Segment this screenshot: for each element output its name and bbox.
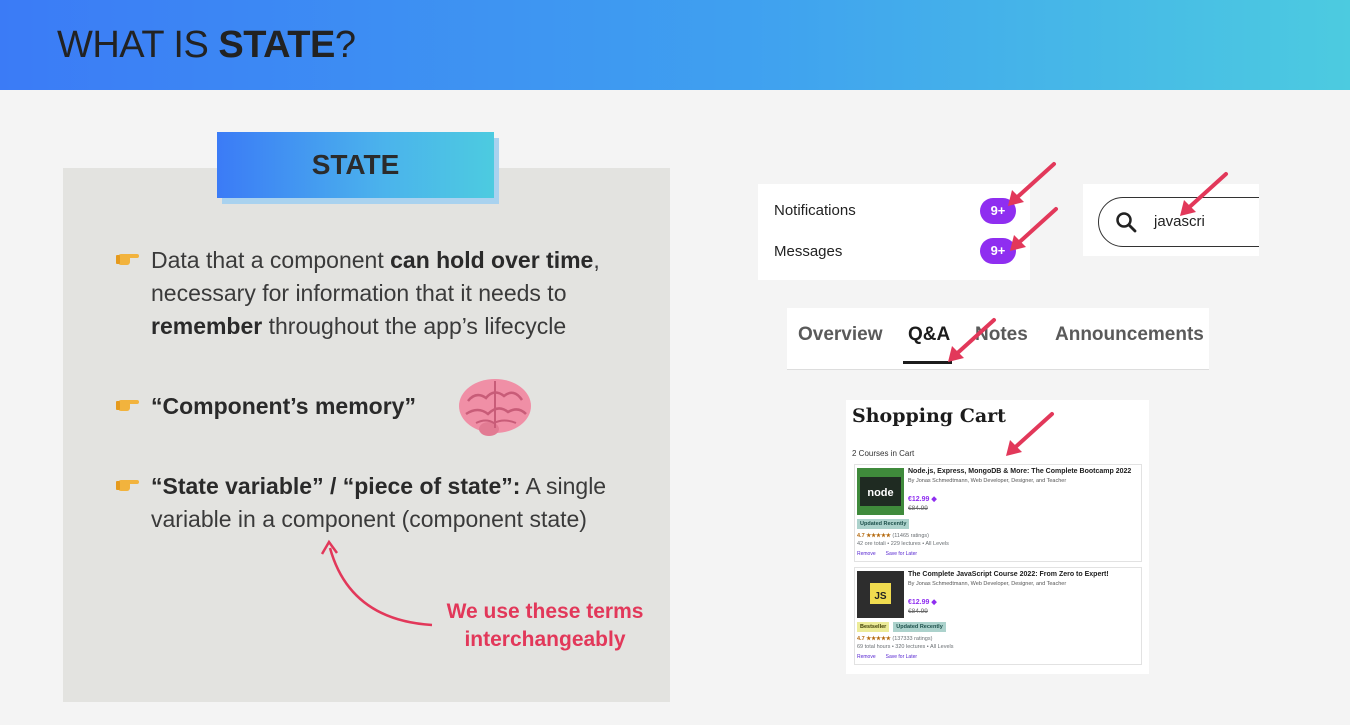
- bullet-text: Data that a component can hold over time…: [151, 247, 600, 339]
- node-course-thumbnail: node: [857, 468, 904, 515]
- svg-text:node: node: [867, 487, 893, 499]
- price-tag-icon: ◆: [931, 599, 937, 606]
- title-prefix: WHAT IS: [57, 24, 219, 66]
- course-author: By Jonas Schmedtmann, Web Developer, Des…: [908, 478, 1067, 484]
- updated-recently-badge: Updated Recently: [857, 519, 910, 529]
- course-actions: Remove Save for Later: [857, 654, 917, 660]
- bestseller-badge: Bestseller: [857, 622, 890, 632]
- pointing-hand-icon: [116, 480, 139, 491]
- red-arrow-icon: [1010, 207, 1058, 251]
- cart-count: 2 Courses in Cart: [852, 449, 915, 458]
- course-rating: 4.7 ★★★★★ (137333 ratings): [857, 636, 933, 642]
- cart-title: Shopping Cart: [852, 405, 1006, 427]
- notifications-card: Notifications 9+ Messages 9+: [758, 184, 1030, 280]
- star-rating-icon: ★★★★★: [866, 636, 891, 642]
- title-bold: STATE: [218, 24, 335, 66]
- js-course-thumbnail: JS: [857, 571, 904, 618]
- pointing-hand-icon: [116, 400, 139, 411]
- title-suffix: ?: [334, 24, 356, 66]
- bullet-text: “State variable” / “piece of state”: A s…: [151, 473, 607, 532]
- red-arrow-icon: [1180, 172, 1228, 216]
- slide-header: WHAT IS STATE?: [0, 0, 1350, 90]
- remove-link[interactable]: Remove: [857, 654, 876, 660]
- svg-text:JS: JS: [874, 591, 887, 602]
- note-line-1: We use these terms: [446, 600, 644, 623]
- course-old-price: €84.99: [908, 608, 928, 615]
- red-arrow-icon: [948, 318, 996, 362]
- search-icon: [1116, 212, 1137, 233]
- course-title[interactable]: The Complete JavaScript Course 2022: Fro…: [908, 571, 1109, 578]
- shopping-cart-card: Shopping Cart 2 Courses in Cart node Nod…: [846, 400, 1149, 674]
- cart-course-item: node Node.js, Express, MongoDB & More: T…: [854, 464, 1142, 562]
- course-meta: 69 total hours • 320 lectures • All Leve…: [857, 644, 954, 650]
- tab-announcements[interactable]: Announcements: [1055, 324, 1204, 346]
- messages-label[interactable]: Messages: [774, 243, 842, 260]
- bullet-definition: Data that a component can hold over time…: [116, 244, 636, 343]
- save-for-later-link[interactable]: Save for Later: [886, 551, 917, 557]
- pointing-hand-icon: [116, 254, 139, 265]
- notifications-label[interactable]: Notifications: [774, 202, 856, 219]
- brain-icon: [459, 379, 531, 436]
- state-heading: STATE: [217, 132, 494, 198]
- star-rating-icon: ★★★★★: [866, 533, 891, 539]
- course-rating: 4.7 ★★★★★ (11465 ratings): [857, 533, 929, 539]
- price-tag-icon: ◆: [931, 496, 937, 503]
- bullet-text: “Component’s memory”: [151, 393, 416, 419]
- save-for-later-link[interactable]: Save for Later: [886, 654, 917, 660]
- interchangeably-note: We use these terms interchangeably: [420, 598, 670, 654]
- red-arrow-icon: [1006, 412, 1054, 456]
- remove-link[interactable]: Remove: [857, 551, 876, 557]
- note-line-2: interchangeably: [464, 628, 626, 651]
- course-old-price: €84.99: [908, 505, 928, 512]
- course-tags: Bestseller Updated Recently: [857, 622, 946, 632]
- tab-overview[interactable]: Overview: [798, 324, 883, 346]
- course-price: €12.99 ◆: [908, 496, 937, 503]
- course-meta: 42 ore totali • 229 lectures • All Level…: [857, 541, 949, 547]
- updated-recently-badge: Updated Recently: [893, 622, 946, 632]
- course-author: By Jonas Schmedtmann, Web Developer, Des…: [908, 581, 1067, 587]
- course-price: €12.99 ◆: [908, 599, 937, 606]
- cart-course-item: JS The Complete JavaScript Course 2022: …: [854, 567, 1142, 665]
- bullet-state-variable: “State variable” / “piece of state”: A s…: [116, 470, 646, 536]
- course-actions: Remove Save for Later: [857, 551, 917, 557]
- bullet-memory: “Component’s memory”: [116, 390, 416, 423]
- course-tags: Updated Recently: [857, 519, 910, 529]
- slide-title: WHAT IS STATE?: [57, 24, 356, 67]
